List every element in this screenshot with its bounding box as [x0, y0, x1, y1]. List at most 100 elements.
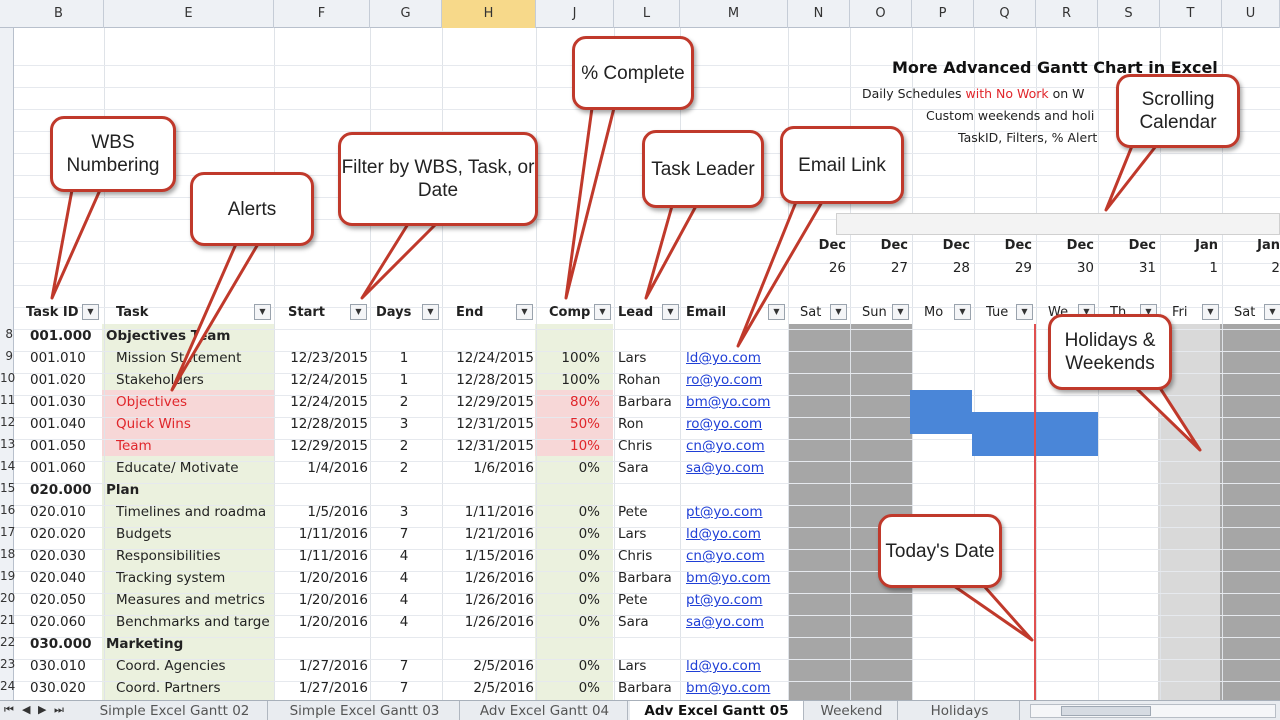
email-link[interactable]: sa@yo.com — [686, 611, 786, 633]
lead-cell[interactable]: Chris — [618, 545, 680, 567]
filter-dropdown-calendar[interactable]: ▼ — [830, 304, 847, 320]
task-name-cell[interactable]: Responsibilities — [116, 545, 272, 567]
task-name-cell[interactable]: Educate/ Motivate — [116, 457, 272, 479]
row-number[interactable]: 21 — [0, 613, 15, 627]
percent-complete-cell[interactable]: 80% — [540, 391, 600, 413]
filter-dropdown-calendar[interactable]: ▼ — [1202, 304, 1219, 320]
email-link[interactable]: pt@yo.com — [686, 589, 786, 611]
percent-complete-cell[interactable]: 10% — [540, 435, 600, 457]
task-id-cell[interactable]: 001.060 — [30, 457, 104, 479]
first-sheet-icon[interactable]: ⏮ — [4, 703, 14, 717]
task-id-cell[interactable]: 030.020 — [30, 677, 104, 699]
filter-dropdown-end[interactable]: ▼ — [516, 304, 533, 320]
days-cell[interactable]: 3 — [384, 501, 424, 523]
filter-dropdown-task-id[interactable]: ▼ — [82, 304, 99, 320]
task-id-cell[interactable]: 001.020 — [30, 369, 104, 391]
last-sheet-icon[interactable]: ⏭ — [54, 703, 64, 717]
task-name-cell[interactable]: Coord. Partners — [116, 677, 272, 699]
start-date-cell[interactable]: 12/24/2015 — [276, 391, 368, 413]
filter-dropdown-calendar[interactable]: ▼ — [1016, 304, 1033, 320]
row-number[interactable]: 16 — [0, 503, 15, 517]
filter-dropdown-task[interactable]: ▼ — [254, 304, 271, 320]
days-cell[interactable]: 1 — [384, 369, 424, 391]
horizontal-scrollbar[interactable] — [1030, 704, 1276, 718]
task-name-cell[interactable]: Quick Wins — [116, 413, 272, 435]
task-id-cell[interactable]: 001.010 — [30, 347, 104, 369]
lead-cell[interactable]: Barbara — [618, 677, 680, 699]
percent-complete-cell[interactable]: 100% — [540, 369, 600, 391]
end-date-cell[interactable]: 1/21/2016 — [444, 523, 534, 545]
row-number[interactable]: 19 — [0, 569, 15, 583]
sheet-tab[interactable]: Weekend — [806, 701, 898, 720]
start-date-cell[interactable]: 12/29/2015 — [276, 435, 368, 457]
column-header-f[interactable]: F — [274, 0, 370, 28]
task-name-cell[interactable]: Coord. Agencies — [116, 655, 272, 677]
filter-dropdown-days[interactable]: ▼ — [422, 304, 439, 320]
task-id-cell[interactable]: 020.040 — [30, 567, 104, 589]
task-id-cell[interactable]: 001.030 — [30, 391, 104, 413]
task-name-cell[interactable]: Budgets — [116, 523, 272, 545]
percent-complete-cell[interactable]: 0% — [540, 501, 600, 523]
task-id-cell[interactable]: 030.010 — [30, 655, 104, 677]
column-header-r[interactable]: R — [1036, 0, 1098, 28]
next-sheet-icon[interactable]: ▶ — [38, 703, 46, 716]
percent-complete-cell[interactable]: 0% — [540, 677, 600, 699]
task-id-cell[interactable]: 001.050 — [30, 435, 104, 457]
start-date-cell[interactable]: 1/20/2016 — [276, 567, 368, 589]
email-link[interactable]: ld@yo.com — [686, 347, 786, 369]
lead-cell[interactable]: Ron — [618, 413, 680, 435]
lead-cell[interactable]: Sara — [618, 611, 680, 633]
email-link[interactable]: bm@yo.com — [686, 391, 786, 413]
lead-cell[interactable]: Pete — [618, 589, 680, 611]
row-number[interactable]: 11 — [0, 393, 15, 407]
sheet-tab[interactable]: Simple Excel Gantt 02 — [82, 701, 268, 720]
row-number[interactable]: 12 — [0, 415, 15, 429]
row-number[interactable]: 14 — [0, 459, 15, 473]
sheet-tab[interactable]: Simple Excel Gantt 03 — [270, 701, 460, 720]
days-cell[interactable]: 3 — [384, 413, 424, 435]
start-date-cell[interactable]: 1/20/2016 — [276, 611, 368, 633]
filter-dropdown-email[interactable]: ▼ — [768, 304, 785, 320]
percent-complete-cell[interactable]: 100% — [540, 347, 600, 369]
lead-cell[interactable]: Lars — [618, 655, 680, 677]
calendar-scroll-control[interactable] — [836, 213, 1280, 235]
email-link[interactable]: cn@yo.com — [686, 545, 786, 567]
column-header-h[interactable]: H — [442, 0, 536, 28]
end-date-cell[interactable]: 12/24/2015 — [444, 347, 534, 369]
column-header-q[interactable]: Q — [974, 0, 1036, 28]
row-number[interactable]: 8 — [0, 327, 14, 341]
filter-dropdown-calendar[interactable]: ▼ — [1264, 304, 1280, 320]
email-link[interactable]: ro@yo.com — [686, 369, 786, 391]
sheet-tab[interactable]: Adv Excel Gantt 05 — [630, 701, 804, 720]
prev-sheet-icon[interactable]: ◀ — [22, 703, 30, 716]
filter-dropdown-comp[interactable]: ▼ — [594, 304, 611, 320]
end-date-cell[interactable]: 12/31/2015 — [444, 413, 534, 435]
percent-complete-cell[interactable]: 0% — [540, 545, 600, 567]
row-number[interactable]: 17 — [0, 525, 15, 539]
task-id-cell[interactable]: 020.010 — [30, 501, 104, 523]
column-header-l[interactable]: L — [614, 0, 680, 28]
percent-complete-cell[interactable]: 0% — [540, 523, 600, 545]
column-header-b[interactable]: B — [14, 0, 104, 28]
filter-dropdown-start[interactable]: ▼ — [350, 304, 367, 320]
email-link[interactable]: bm@yo.com — [686, 567, 786, 589]
column-header-g[interactable]: G — [370, 0, 442, 28]
start-date-cell[interactable]: 1/11/2016 — [276, 523, 368, 545]
end-date-cell[interactable]: 12/29/2015 — [444, 391, 534, 413]
row-number[interactable]: 24 — [0, 679, 15, 693]
column-header-o[interactable]: O — [850, 0, 912, 28]
days-cell[interactable]: 2 — [384, 435, 424, 457]
row-number[interactable]: 9 — [0, 349, 14, 363]
start-date-cell[interactable]: 1/4/2016 — [276, 457, 368, 479]
email-link[interactable]: ld@yo.com — [686, 655, 786, 677]
end-date-cell[interactable]: 1/6/2016 — [444, 457, 534, 479]
email-link[interactable]: ld@yo.com — [686, 523, 786, 545]
start-date-cell[interactable]: 1/27/2016 — [276, 655, 368, 677]
task-name-cell[interactable]: Benchmarks and targe — [116, 611, 272, 633]
task-id-cell[interactable]: 020.020 — [30, 523, 104, 545]
sheet-tab[interactable]: Adv Excel Gantt 04 — [462, 701, 628, 720]
sheet-tab[interactable]: Holidays — [900, 701, 1020, 720]
gantt-bar-quick-wins[interactable] — [910, 412, 1098, 434]
row-number[interactable]: 15 — [0, 481, 15, 495]
start-date-cell[interactable]: 12/24/2015 — [276, 369, 368, 391]
